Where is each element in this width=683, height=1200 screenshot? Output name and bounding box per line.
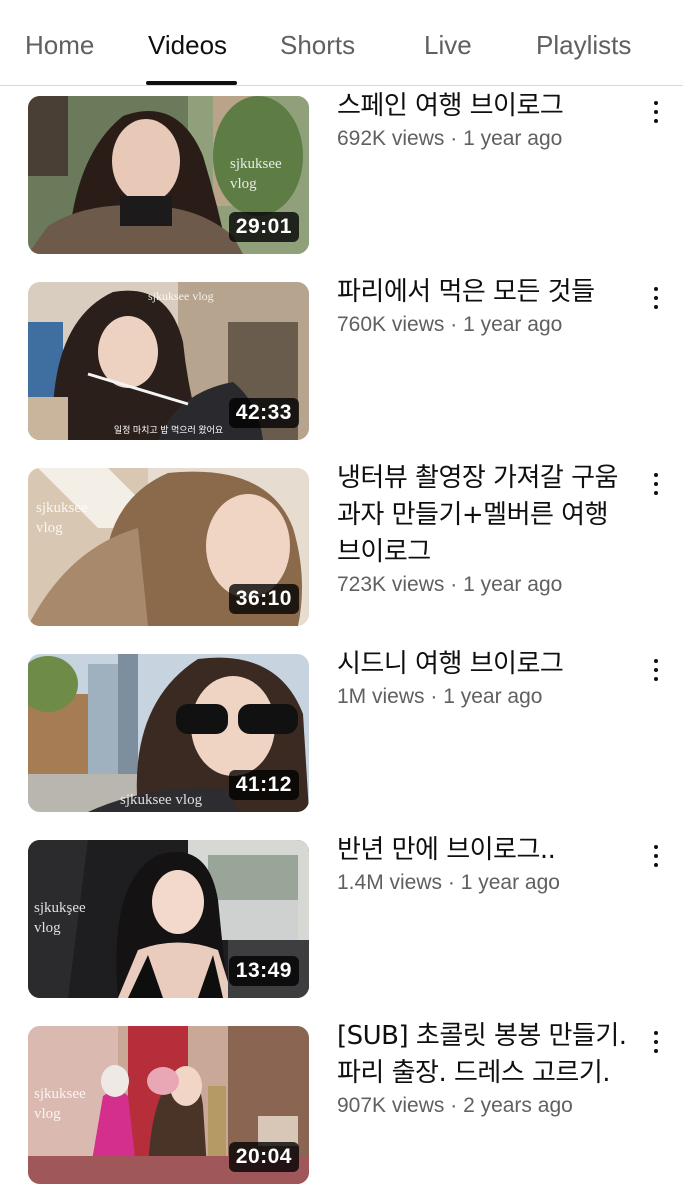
more-vert-icon[interactable] — [646, 1028, 666, 1058]
video-item[interactable]: sjkuksee vlog 36:10 냉터뷰 촬영장 가져갈 구움과자 만들기… — [0, 463, 683, 626]
video-meta: [SUB] 초콜릿 봉봉 만들기. 파리 출장. 드레스 고르기. 907K v… — [337, 1018, 632, 1120]
view-count: 1.4M views — [337, 871, 443, 894]
thumbnail-watermark: sjkukşee vlog — [34, 900, 86, 936]
video-meta: 스페인 여행 브이로그 692K views · 1 year ago — [337, 88, 632, 153]
more-vert-icon[interactable] — [646, 470, 666, 500]
stats-separator: · — [444, 313, 464, 336]
video-item[interactable]: sjkuksee vlog 20:04 [SUB] 초콜릿 봉봉 만들기. 파리… — [0, 1021, 683, 1184]
video-stats: 723K views · 1 year ago — [337, 571, 632, 599]
view-count: 692K views — [337, 127, 445, 150]
video-title[interactable]: 스페인 여행 브이로그 — [337, 88, 632, 125]
video-thumbnail[interactable]: sjkuksee vlog 29:01 — [28, 96, 309, 254]
tab-live[interactable]: Live — [424, 30, 472, 61]
view-count: 1M views — [337, 685, 425, 708]
thumbnail-watermark: sjkuksee vlog — [120, 792, 203, 808]
thumbnail-watermark: sjkuksee vlog — [36, 500, 88, 536]
video-meta: 반년 만에 브이로그.. 1.4M views · 1 year ago — [337, 832, 632, 897]
stats-separator: · — [444, 1094, 464, 1117]
tab-shorts[interactable]: Shorts — [280, 30, 355, 61]
video-title[interactable]: 시드니 여행 브이로그 — [337, 646, 632, 683]
video-item[interactable]: sjkuksee vlog 일정 마치고 밥 먹으러 왔어요 42:33 파리에… — [0, 277, 683, 440]
video-item[interactable]: sjkuksee vlog 41:12 시드니 여행 브이로그 1M views… — [0, 649, 683, 812]
more-vert-icon[interactable] — [646, 284, 666, 314]
upload-age: 1 year ago — [443, 685, 543, 708]
video-meta: 냉터뷰 촬영장 가져갈 구움과자 만들기+멜버른 여행 브이로그 723K vi… — [337, 460, 632, 599]
upload-age: 1 year ago — [463, 313, 563, 336]
video-stats: 692K views · 1 year ago — [337, 125, 632, 153]
video-meta: 시드니 여행 브이로그 1M views · 1 year ago — [337, 646, 632, 711]
tab-playlists[interactable]: Playlists — [536, 30, 631, 61]
video-thumbnail[interactable]: sjkuksee vlog 20:04 — [28, 1026, 309, 1184]
stats-separator: · — [442, 871, 461, 894]
duration-badge: 20:04 — [228, 1142, 299, 1172]
tab-home[interactable]: Home — [25, 30, 94, 61]
video-stats: 760K views · 1 year ago — [337, 311, 632, 339]
video-item[interactable]: sjkuksee vlog 29:01 스페인 여행 브이로그 692K vie… — [0, 91, 683, 254]
thumbnail-watermark: sjkuksee vlog — [230, 156, 282, 192]
duration-badge: 36:10 — [228, 584, 299, 614]
video-stats: 907K views · 2 years ago — [337, 1092, 632, 1120]
video-item[interactable]: sjkukşee vlog 13:49 반년 만에 브이로그.. 1.4M vi… — [0, 835, 683, 998]
duration-badge: 41:12 — [228, 770, 299, 800]
duration-badge: 29:01 — [228, 212, 299, 242]
channel-tab-bar: Home Videos Shorts Live Playlists — [0, 0, 683, 86]
upload-age: 1 year ago — [463, 127, 563, 150]
video-stats: 1M views · 1 year ago — [337, 683, 632, 711]
thumbnail-watermark: sjkuksee vlog — [148, 289, 214, 303]
video-title[interactable]: 반년 만에 브이로그.. — [337, 832, 632, 869]
video-thumbnail[interactable]: sjkukşee vlog 13:49 — [28, 840, 309, 998]
stats-separator: · — [444, 573, 464, 596]
more-vert-icon[interactable] — [646, 842, 666, 872]
video-meta: 파리에서 먹은 모든 것들 760K views · 1 year ago — [337, 274, 632, 339]
more-vert-icon[interactable] — [646, 656, 666, 686]
view-count: 760K views — [337, 313, 445, 336]
thumbnail-watermark: sjkuksee vlog — [34, 1086, 86, 1122]
upload-age: 1 year ago — [463, 573, 563, 596]
more-vert-icon[interactable] — [646, 98, 666, 128]
video-stats: 1.4M views · 1 year ago — [337, 869, 632, 897]
active-tab-indicator — [146, 81, 237, 85]
video-thumbnail[interactable]: sjkuksee vlog 일정 마치고 밥 먹으러 왔어요 42:33 — [28, 282, 309, 440]
video-thumbnail[interactable]: sjkuksee vlog 41:12 — [28, 654, 309, 812]
stats-separator: · — [444, 127, 464, 150]
view-count: 907K views — [337, 1094, 445, 1117]
view-count: 723K views — [337, 573, 445, 596]
upload-age: 2 years ago — [463, 1094, 573, 1117]
upload-age: 1 year ago — [460, 871, 560, 894]
stats-separator: · — [424, 685, 444, 708]
duration-badge: 13:49 — [228, 956, 299, 986]
video-title[interactable]: 냉터뷰 촬영장 가져갈 구움과자 만들기+멜버른 여행 브이로그 — [337, 460, 632, 571]
video-title[interactable]: [SUB] 초콜릿 봉봉 만들기. 파리 출장. 드레스 고르기. — [337, 1018, 632, 1092]
video-thumbnail[interactable]: sjkuksee vlog 36:10 — [28, 468, 309, 626]
tab-videos[interactable]: Videos — [148, 30, 227, 61]
duration-badge: 42:33 — [228, 398, 299, 428]
video-title[interactable]: 파리에서 먹은 모든 것들 — [337, 274, 632, 311]
